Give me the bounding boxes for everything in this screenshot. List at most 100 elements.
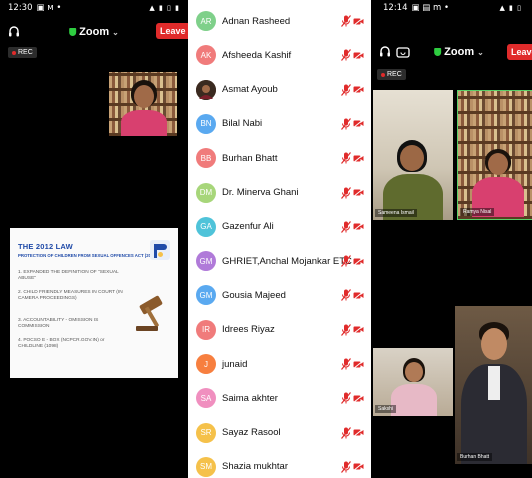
participant-initials-avatar: IR xyxy=(196,319,216,340)
video-off-icon xyxy=(353,153,364,163)
participant-video-thumbnail[interactable] xyxy=(109,72,177,136)
meeting-toolbar: Zoom ⌄ Leave xyxy=(371,42,532,62)
meeting-title-button[interactable]: Zoom ⌄ xyxy=(69,26,119,38)
video-off-icon xyxy=(353,222,364,232)
participant-row[interactable]: GM Gousia Majeed xyxy=(188,278,371,312)
muted-microphone-icon xyxy=(341,83,351,96)
muted-microphone-icon xyxy=(341,255,351,267)
participant-initials-avatar: SM xyxy=(196,456,216,477)
status-time: 12:30 xyxy=(8,3,33,13)
participant-row[interactable]: DM Dr. Minerva Ghani xyxy=(188,176,371,210)
speaker-toggle-icon[interactable] xyxy=(377,44,393,60)
slide-subtitle: PROTECTION OF CHILDREN FROM SEXUAL OFFEN… xyxy=(18,253,158,258)
muted-microphone-icon xyxy=(341,49,351,62)
participant-name: Shazia mukhtar xyxy=(222,461,289,473)
status-system-icons: ▲ ▮ ▯ ▮ xyxy=(149,4,180,12)
participant-photo-avatar xyxy=(196,79,216,100)
participant-row[interactable]: GA Gazenfur Ali xyxy=(188,210,371,244)
muted-microphone-icon xyxy=(341,152,351,165)
participant-row[interactable]: AR Adnan Rasheed xyxy=(188,4,371,38)
participant-row[interactable]: SR Sayaz Rasool xyxy=(188,416,371,450)
tile-name-label: Burhan Bhatt xyxy=(457,453,493,461)
video-off-icon xyxy=(353,256,364,266)
status-system-icons: ▲ ▮ ▯ xyxy=(499,4,522,12)
slide-title: THE 2012 LAW xyxy=(18,242,73,251)
speaker-toggle-icon[interactable] xyxy=(6,24,22,40)
participant-row[interactable]: IR Idrees Riyaz xyxy=(188,313,371,347)
video-off-icon xyxy=(353,85,364,94)
video-off-icon xyxy=(353,428,364,437)
participant-name: Burhan Bhatt xyxy=(222,152,278,164)
video-tile[interactable]: Sameena Ismail xyxy=(373,90,453,220)
video-off-icon xyxy=(353,359,364,369)
shared-screen-slide: THE 2012 LAW PROTECTION OF CHILDREN FROM… xyxy=(10,228,178,378)
meeting-toolbar: Zoom ⌄ Leave xyxy=(0,22,188,42)
record-dot-icon xyxy=(381,72,385,77)
participant-row[interactable]: GM GHRIET,Anchal Mojankar ETC xyxy=(188,244,371,278)
meeting-title-button[interactable]: Zoom ⌄ xyxy=(434,46,484,58)
slide-point-2: 2. CHILD FRIENDLY MEASURES IN COURT (IN … xyxy=(18,290,123,301)
video-off-icon xyxy=(353,393,364,403)
participant-row[interactable]: SA Saima akhter xyxy=(188,381,371,415)
video-off-icon xyxy=(353,119,364,129)
slide-point-3: 3. ACCOUNTABILITY - OMISSION IS COMMISSI… xyxy=(18,318,99,329)
screenshot-collage: 12:30 ▣ ᴍ • ▲ ▮ ▯ ▮ Zoom ⌄ Leave REC THE… xyxy=(0,0,532,478)
participants-list: AR Adnan Rasheed AK Afsheeda Kashif Asmat Ay… xyxy=(188,0,371,478)
video-tile-active-speaker[interactable]: Ramya Nisal xyxy=(457,90,532,220)
tile-name-label: Ramya Nisal xyxy=(460,208,495,216)
muted-microphone-icon xyxy=(341,118,351,130)
muted-microphone-icon xyxy=(341,358,351,370)
muted-microphone-icon xyxy=(341,461,351,473)
video-off-icon xyxy=(353,50,364,60)
participant-name: GHRIET,Anchal Mojankar ETC xyxy=(222,255,352,267)
leave-button[interactable]: Leave xyxy=(156,23,188,39)
participant-row[interactable]: BN Bilal Nabi xyxy=(188,107,371,141)
recording-label: REC xyxy=(387,71,402,78)
video-off-icon xyxy=(353,16,364,26)
recording-indicator: REC xyxy=(377,69,406,80)
muted-microphone-icon xyxy=(341,220,351,233)
participant-initials-avatar: GA xyxy=(196,216,216,237)
shield-icon xyxy=(69,28,77,36)
participant-name: Afsheeda Kashif xyxy=(222,49,292,61)
participant-name: Adnan Rasheed xyxy=(222,15,291,27)
participant-initials-avatar: GM xyxy=(196,251,216,272)
participant-initials-avatar: AK xyxy=(196,45,216,66)
participant-figure xyxy=(109,72,177,136)
participant-row[interactable]: Jjunaid xyxy=(188,347,371,381)
meeting-title: Zoom xyxy=(79,26,110,38)
switch-camera-icon[interactable] xyxy=(395,44,411,60)
muted-microphone-icon xyxy=(341,15,351,27)
video-off-icon xyxy=(353,291,364,300)
right-zoom-screen: 12:14 ▣ ▤ m • ▲ ▮ ▯ Zoom ⌄ Leave RE xyxy=(371,0,532,478)
participant-name: Dr. Minerva Ghani xyxy=(222,187,299,198)
status-bar: 12:30 ▣ ᴍ • ▲ ▮ ▯ ▮ xyxy=(0,0,188,16)
leave-button[interactable]: Leave xyxy=(507,44,532,60)
video-tile[interactable]: Burhan Bhatt xyxy=(455,306,532,464)
chevron-down-icon: ⌄ xyxy=(112,27,119,37)
tile-name-label: Sameena Ismail xyxy=(375,209,417,217)
participant-row[interactable]: AK Afsheeda Kashif xyxy=(188,38,371,72)
participant-row[interactable]: Asmat Ayoub xyxy=(188,73,371,107)
chevron-down-icon: ⌄ xyxy=(477,47,484,57)
meeting-title: Zoom xyxy=(444,46,475,58)
video-off-icon xyxy=(353,188,364,197)
participant-row[interactable]: BB Burhan Bhatt xyxy=(188,141,371,175)
participant-name: Idrees Riyaz xyxy=(222,324,275,336)
muted-microphone-icon xyxy=(341,426,351,439)
avatar-photo xyxy=(196,79,216,100)
participant-initials-avatar: BB xyxy=(196,148,216,169)
participant-initials-avatar: DM xyxy=(196,182,216,203)
status-notification-icons: ▣ ᴍ • xyxy=(36,3,62,13)
participant-name: Bilal Nabi xyxy=(222,118,263,130)
status-bar: 12:14 ▣ ▤ m • ▲ ▮ ▯ xyxy=(371,0,532,16)
participant-initials-avatar: BN xyxy=(196,113,216,134)
muted-microphone-icon xyxy=(341,323,351,336)
shield-icon xyxy=(434,48,442,56)
participant-initials-avatar: SR xyxy=(196,422,216,443)
participant-name: Gazenfur Ali xyxy=(222,221,274,233)
participant-name: Saima akhter xyxy=(222,392,278,404)
video-tile[interactable]: Sakshi xyxy=(373,348,453,416)
participant-initials-avatar: GM xyxy=(196,285,216,306)
participant-row[interactable]: SM Shazia mukhtar xyxy=(188,450,371,478)
